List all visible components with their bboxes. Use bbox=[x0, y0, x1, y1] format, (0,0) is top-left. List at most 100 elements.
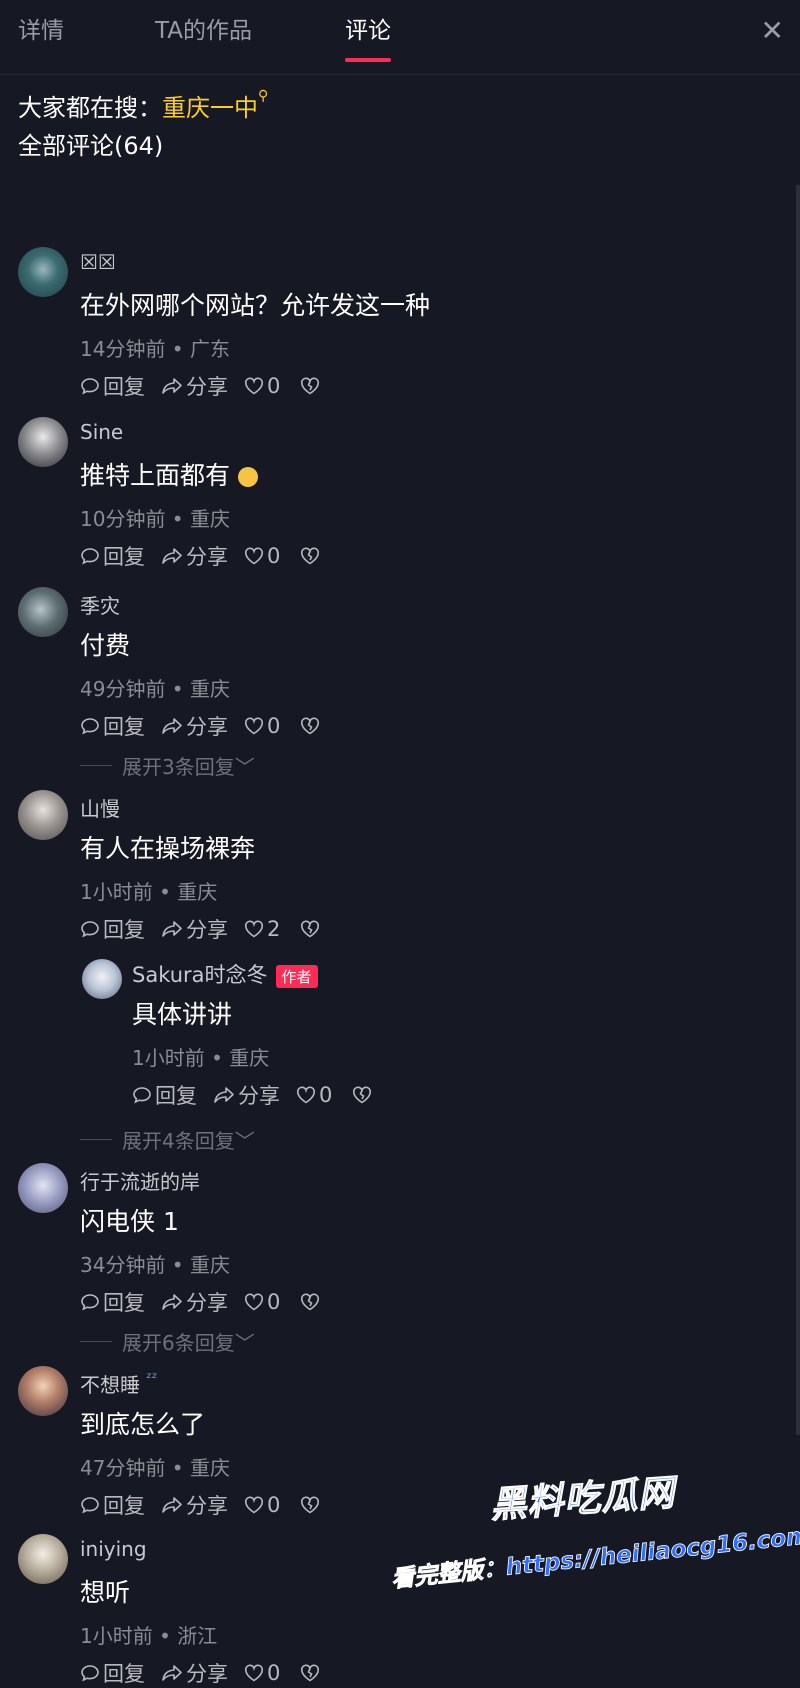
reply-time: 1小时前 bbox=[132, 1046, 205, 1070]
chevron-down-icon: ﹀ bbox=[234, 755, 255, 779]
reply-username[interactable]: Sakura时念冬 作者 bbox=[132, 959, 318, 989]
comment-time: 1小时前 bbox=[80, 1624, 153, 1648]
avatar[interactable] bbox=[18, 790, 68, 840]
dislike-button[interactable] bbox=[300, 547, 323, 565]
comment-meta: 34分钟前 • 重庆 bbox=[80, 1253, 230, 1277]
reply-icon bbox=[133, 1087, 151, 1104]
reply-button[interactable]: 回复 bbox=[80, 914, 145, 944]
reply-avatar[interactable] bbox=[82, 959, 122, 999]
share-button[interactable]: 分享 bbox=[161, 711, 228, 741]
dislike-button[interactable] bbox=[300, 920, 323, 938]
share-icon bbox=[214, 1087, 234, 1103]
like-button[interactable]: 0 bbox=[244, 374, 280, 398]
share-button[interactable]: 分享 bbox=[161, 1658, 228, 1688]
like-button[interactable]: 0 bbox=[244, 1493, 280, 1517]
watermark: 黑料吃瓜网 看完整版：https://heiliaocg16.com bbox=[390, 1470, 800, 1610]
tab-details[interactable]: 详情 bbox=[18, 14, 64, 60]
reply-button[interactable]: 回复 bbox=[80, 1490, 145, 1520]
comment-username[interactable]: 山慢 bbox=[80, 793, 120, 822]
reply-button[interactable]: 回复 bbox=[80, 371, 145, 401]
comment-username[interactable]: 行于流逝的岸 bbox=[80, 1166, 200, 1195]
comment-username-text: 不想睡 bbox=[80, 1373, 140, 1397]
author-badge: 作者 bbox=[275, 964, 318, 988]
share-icon bbox=[162, 548, 182, 564]
avatar[interactable] bbox=[18, 417, 68, 467]
avatar[interactable] bbox=[18, 1366, 68, 1416]
broken-heart-icon bbox=[301, 377, 320, 395]
expand-replies-button[interactable]: 展开6条回复 ﹀ bbox=[80, 1327, 255, 1356]
reply-button[interactable]: 回复 bbox=[132, 1080, 197, 1110]
heart-icon bbox=[244, 1664, 264, 1682]
comment-actions: 回复 分享 0 bbox=[80, 1658, 323, 1688]
divider bbox=[80, 765, 112, 766]
tab-works[interactable]: TA的作品 bbox=[155, 14, 252, 60]
dislike-button[interactable] bbox=[300, 717, 323, 735]
broken-heart-icon bbox=[301, 1293, 320, 1311]
dislike-button[interactable] bbox=[352, 1086, 375, 1104]
reply-button[interactable]: 回复 bbox=[80, 1287, 145, 1317]
comment-actions: 回复 分享 0 bbox=[80, 1287, 323, 1317]
broken-heart-icon bbox=[353, 1086, 372, 1104]
chevron-down-icon: ﹀ bbox=[234, 1129, 255, 1153]
like-button[interactable]: 0 bbox=[296, 1083, 332, 1107]
comment-location: 广东 bbox=[189, 337, 230, 361]
reply-button[interactable]: 回复 bbox=[80, 1658, 145, 1688]
reply-icon bbox=[81, 921, 99, 938]
comment-text: 闪电侠 1 bbox=[80, 1207, 179, 1236]
broken-heart-icon bbox=[301, 547, 320, 565]
reply-button[interactable]: 回复 bbox=[80, 541, 145, 571]
expand-replies-button[interactable]: 展开3条回复 ﹀ bbox=[80, 751, 255, 780]
avatar[interactable] bbox=[18, 1534, 68, 1584]
share-label: 分享 bbox=[186, 1662, 228, 1686]
like-button[interactable]: 0 bbox=[244, 1290, 280, 1314]
comment-text: 想听 bbox=[80, 1578, 131, 1607]
comment-meta: 10分钟前 • 重庆 bbox=[80, 507, 230, 531]
avatar[interactable] bbox=[18, 1163, 68, 1213]
comment-username[interactable]: 季灾 bbox=[80, 590, 120, 619]
share-button[interactable]: 分享 bbox=[213, 1080, 280, 1110]
heart-icon bbox=[244, 377, 264, 395]
reply-button[interactable]: 回复 bbox=[80, 711, 145, 741]
share-label: 分享 bbox=[186, 545, 228, 569]
like-button[interactable]: 0 bbox=[244, 1661, 280, 1685]
like-count: 0 bbox=[267, 1661, 281, 1685]
share-button[interactable]: 分享 bbox=[161, 1490, 228, 1520]
share-button[interactable]: 分享 bbox=[161, 914, 228, 944]
comment-username[interactable]: 不想睡 ᶻᶻ bbox=[80, 1369, 157, 1398]
search-keyword-link[interactable]: 重庆一中⚲ bbox=[162, 88, 268, 122]
share-button[interactable]: 分享 bbox=[161, 1287, 228, 1317]
comment-location: 重庆 bbox=[189, 1456, 230, 1480]
tab-bar: 详情 TA的作品 评论 ✕ bbox=[0, 0, 800, 75]
heart-icon bbox=[244, 717, 264, 735]
dislike-button[interactable] bbox=[300, 377, 323, 395]
avatar[interactable] bbox=[18, 587, 68, 637]
share-button[interactable]: 分享 bbox=[161, 541, 228, 571]
comment-time: 34分钟前 bbox=[80, 1253, 166, 1277]
comment-meta: 47分钟前 • 重庆 bbox=[80, 1456, 230, 1480]
divider bbox=[80, 1341, 112, 1342]
tab-comments[interactable]: 评论 bbox=[345, 14, 391, 62]
comment-username[interactable]: Sine bbox=[80, 420, 123, 444]
share-label: 分享 bbox=[186, 1494, 228, 1518]
dislike-button[interactable] bbox=[300, 1664, 323, 1682]
share-label: 分享 bbox=[186, 1291, 228, 1315]
comment-time: 14分钟前 bbox=[80, 337, 166, 361]
scrollbar[interactable] bbox=[796, 185, 800, 1435]
heart-icon bbox=[296, 1086, 316, 1104]
comment-time: 10分钟前 bbox=[80, 507, 166, 531]
comment-username[interactable]: iniying bbox=[80, 1537, 147, 1561]
close-icon[interactable]: ✕ bbox=[761, 14, 784, 47]
avatar[interactable] bbox=[18, 247, 68, 297]
comment-username[interactable]: ☒☒ bbox=[80, 250, 116, 274]
like-button[interactable]: 0 bbox=[244, 544, 280, 568]
reply-icon bbox=[81, 1665, 99, 1682]
dislike-button[interactable] bbox=[300, 1293, 323, 1311]
heart-icon bbox=[244, 547, 264, 565]
dislike-button[interactable] bbox=[300, 1496, 323, 1514]
like-button[interactable]: 0 bbox=[244, 714, 280, 738]
share-button[interactable]: 分享 bbox=[161, 371, 228, 401]
like-button[interactable]: 2 bbox=[244, 917, 280, 941]
reply-label: 回复 bbox=[103, 1291, 145, 1315]
share-icon bbox=[162, 1497, 182, 1513]
expand-replies-button[interactable]: 展开4条回复 ﹀ bbox=[80, 1125, 255, 1154]
